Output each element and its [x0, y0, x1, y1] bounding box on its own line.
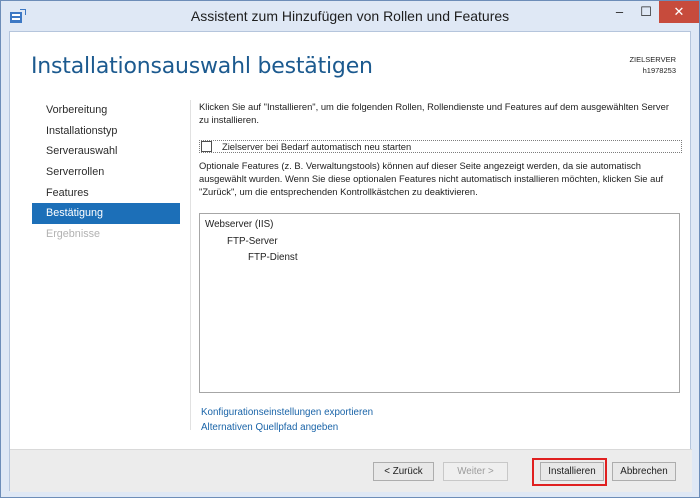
wizard-footer: < Zurück Weiter > Installieren Abbrechen [10, 449, 692, 492]
close-button[interactable]: ✕ [659, 1, 699, 23]
target-server-label: ZIELSERVER [629, 55, 676, 64]
nav-item-ergebnisse: Ergebnisse [46, 228, 101, 241]
feature-item-ftp-dienst: FTP-Dienst [248, 252, 298, 263]
restart-option-row[interactable]: Zielserver bei Bedarf automatisch neu st… [199, 140, 682, 153]
wizard-step-list: Vorbereitung Installationstyp Serverausw… [32, 100, 180, 245]
nav-item-serverrollen[interactable]: Serverrollen [32, 162, 180, 183]
export-settings-link[interactable]: Konfigurationseinstellungen exportieren [201, 407, 373, 418]
wizard-client-area: Installationsauswahl bestätigen ZIELSERV… [9, 31, 692, 492]
wizard-window: Assistent zum Hinzufügen von Rollen und … [0, 0, 700, 498]
feature-item-ftp-server: FTP-Server [227, 236, 278, 247]
target-server-name: h1978253 [642, 66, 676, 75]
nav-item-installationstyp[interactable]: Installationstyp [32, 121, 180, 142]
alternate-source-link[interactable]: Alternativen Quellpfad angeben [201, 422, 338, 433]
nav-item-features[interactable]: Features [32, 183, 180, 204]
title-bar: Assistent zum Hinzufügen von Rollen und … [1, 1, 699, 31]
feature-item-webserver: Webserver (IIS) [205, 219, 274, 230]
nav-item-vorbereitung[interactable]: Vorbereitung [32, 100, 180, 121]
minimize-button[interactable]: – [606, 1, 633, 23]
intro-text: Klicken Sie auf "Installieren", um die f… [199, 101, 669, 125]
feature-list: Webserver (IIS) FTP-Server FTP-Dienst [199, 213, 680, 393]
next-button: Weiter > [443, 462, 508, 481]
back-button[interactable]: < Zurück [373, 462, 434, 481]
restart-checkbox[interactable] [201, 141, 212, 152]
nav-item-bestaetigung[interactable]: Bestätigung [32, 203, 180, 225]
restart-checkbox-label[interactable]: Zielserver bei Bedarf automatisch neu st… [222, 141, 411, 152]
cancel-button[interactable]: Abbrechen [612, 462, 676, 481]
window-title: Assistent zum Hinzufügen von Rollen und … [190, 8, 510, 24]
optional-features-note: Optionale Features (z. B. Verwaltungstoo… [199, 160, 664, 197]
target-server-info: ZIELSERVER h1978253 [629, 54, 676, 76]
maximize-button[interactable]: ☐ [633, 1, 659, 23]
page-title: Installationsauswahl bestätigen [31, 54, 373, 79]
nav-item-serverauswahl[interactable]: Serverauswahl [32, 141, 180, 162]
install-button[interactable]: Installieren [540, 462, 604, 481]
content-divider [190, 100, 191, 430]
